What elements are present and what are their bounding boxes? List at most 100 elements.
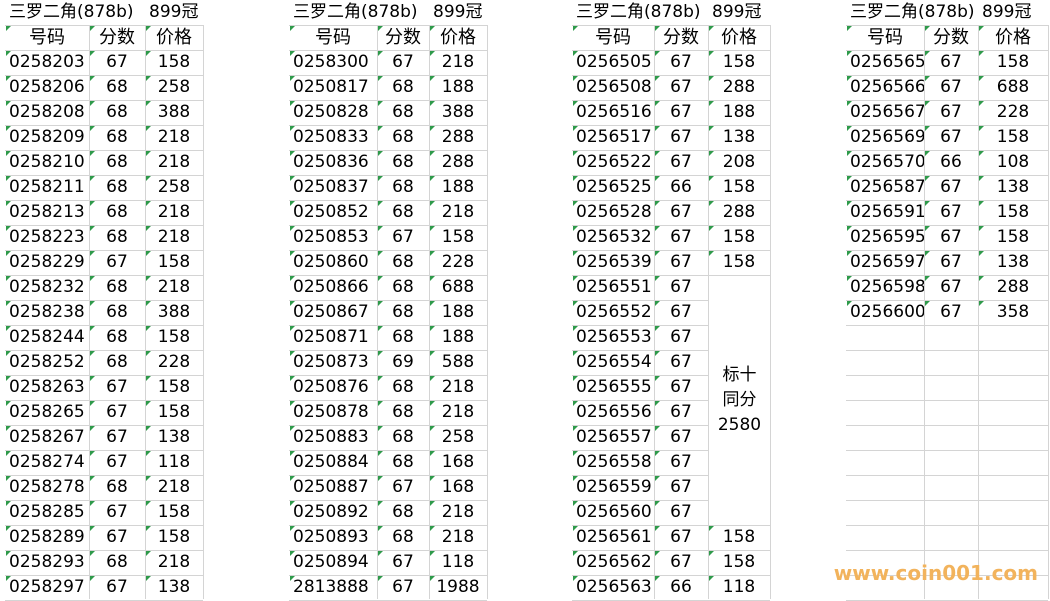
score-cell[interactable]: 68 (89, 125, 145, 150)
price-cell[interactable]: 118 (708, 575, 770, 600)
serial-cell[interactable]: 0256505 (572, 50, 654, 75)
serial-cell[interactable]: 0250833 (289, 125, 377, 150)
score-cell[interactable]: 66 (654, 575, 708, 600)
serial-cell[interactable]: 0256557 (572, 425, 654, 450)
score-cell[interactable]: 67 (924, 250, 978, 275)
score-cell[interactable]: 67 (924, 75, 978, 100)
serial-cell[interactable]: 0258229 (5, 250, 89, 275)
serial-cell[interactable]: 0258213 (5, 200, 89, 225)
serial-cell[interactable]: 0256522 (572, 150, 654, 175)
price-cell[interactable]: 208 (708, 150, 770, 175)
serial-cell[interactable]: 0256554 (572, 350, 654, 375)
score-cell[interactable]: 68 (89, 300, 145, 325)
price-cell[interactable]: 218 (145, 275, 203, 300)
score-cell[interactable]: 67 (654, 525, 708, 550)
serial-cell[interactable]: 0256561 (572, 525, 654, 550)
price-cell[interactable]: 138 (708, 125, 770, 150)
score-cell[interactable]: 68 (377, 300, 429, 325)
price-cell[interactable]: 118 (429, 550, 487, 575)
price-cell[interactable]: 158 (145, 525, 203, 550)
price-cell[interactable]: 118 (145, 450, 203, 475)
score-cell[interactable]: 67 (924, 275, 978, 300)
score-cell[interactable]: 68 (89, 150, 145, 175)
score-cell[interactable]: 68 (377, 250, 429, 275)
price-cell[interactable]: 158 (708, 175, 770, 200)
price-cell[interactable]: 158 (145, 400, 203, 425)
price-cell[interactable]: 188 (429, 75, 487, 100)
serial-cell[interactable]: 0250866 (289, 275, 377, 300)
serial-cell[interactable]: 0256559 (572, 475, 654, 500)
serial-cell[interactable]: 0256552 (572, 300, 654, 325)
score-cell[interactable]: 67 (377, 225, 429, 250)
score-cell[interactable]: 67 (924, 50, 978, 75)
price-cell[interactable]: 158 (978, 225, 1048, 250)
score-cell[interactable]: 68 (377, 275, 429, 300)
score-cell[interactable]: 68 (377, 125, 429, 150)
price-cell[interactable]: 158 (978, 50, 1048, 75)
price-cell[interactable]: 288 (429, 150, 487, 175)
score-cell[interactable]: 67 (89, 450, 145, 475)
serial-cell[interactable]: 0258274 (5, 450, 89, 475)
serial-cell[interactable]: 0258223 (5, 225, 89, 250)
serial-cell[interactable]: 0256567 (846, 100, 924, 125)
serial-cell[interactable]: 0258300 (289, 50, 377, 75)
serial-cell[interactable]: 0250883 (289, 425, 377, 450)
score-cell[interactable]: 68 (89, 175, 145, 200)
price-cell[interactable]: 218 (145, 550, 203, 575)
serial-cell[interactable]: 0250892 (289, 500, 377, 525)
price-cell[interactable]: 218 (429, 50, 487, 75)
score-cell[interactable]: 68 (377, 200, 429, 225)
score-cell[interactable]: 67 (89, 375, 145, 400)
price-cell[interactable]: 1988 (429, 575, 487, 600)
score-cell[interactable]: 68 (89, 275, 145, 300)
score-cell[interactable]: 67 (89, 425, 145, 450)
serial-cell[interactable]: 0250873 (289, 350, 377, 375)
serial-cell[interactable]: 0258285 (5, 500, 89, 525)
serial-cell[interactable]: 0250837 (289, 175, 377, 200)
serial-cell[interactable]: 0256565 (846, 50, 924, 75)
price-cell[interactable]: 158 (145, 50, 203, 75)
serial-cell[interactable]: 0256532 (572, 225, 654, 250)
serial-cell[interactable]: 0258278 (5, 475, 89, 500)
score-cell[interactable]: 67 (924, 100, 978, 125)
score-cell[interactable]: 67 (654, 550, 708, 575)
price-cell[interactable]: 388 (145, 100, 203, 125)
serial-cell[interactable]: 0256600 (846, 300, 924, 325)
serial-cell[interactable]: 0256591 (846, 200, 924, 225)
score-cell[interactable]: 67 (377, 50, 429, 75)
serial-cell[interactable]: 0258289 (5, 525, 89, 550)
score-cell[interactable]: 67 (654, 125, 708, 150)
score-cell[interactable]: 67 (377, 575, 429, 600)
score-cell[interactable]: 68 (377, 450, 429, 475)
serial-cell[interactable]: 0258210 (5, 150, 89, 175)
price-cell[interactable]: 218 (429, 525, 487, 550)
score-cell[interactable]: 67 (89, 575, 145, 600)
serial-cell[interactable]: 0256539 (572, 250, 654, 275)
serial-cell[interactable]: 0256587 (846, 175, 924, 200)
price-cell[interactable]: 218 (145, 225, 203, 250)
serial-cell[interactable]: 0258297 (5, 575, 89, 600)
price-cell[interactable]: 138 (145, 575, 203, 600)
price-cell[interactable]: 358 (978, 300, 1048, 325)
price-cell[interactable]: 218 (145, 475, 203, 500)
score-cell[interactable]: 67 (654, 250, 708, 275)
serial-cell[interactable]: 0250853 (289, 225, 377, 250)
price-cell[interactable]: 168 (429, 450, 487, 475)
serial-cell[interactable]: 0250867 (289, 300, 377, 325)
price-cell[interactable]: 158 (145, 325, 203, 350)
score-cell[interactable]: 68 (377, 150, 429, 175)
price-cell[interactable]: 288 (708, 75, 770, 100)
score-cell[interactable]: 67 (89, 250, 145, 275)
score-cell[interactable]: 68 (377, 425, 429, 450)
score-cell[interactable]: 68 (89, 550, 145, 575)
score-cell[interactable]: 67 (654, 400, 708, 425)
price-cell[interactable]: 688 (978, 75, 1048, 100)
score-cell[interactable]: 67 (377, 475, 429, 500)
price-cell[interactable]: 188 (429, 175, 487, 200)
score-cell[interactable]: 68 (89, 100, 145, 125)
serial-cell[interactable]: 0250828 (289, 100, 377, 125)
price-cell[interactable]: 138 (978, 250, 1048, 275)
score-cell[interactable]: 67 (654, 50, 708, 75)
serial-cell[interactable]: 0258252 (5, 350, 89, 375)
serial-cell[interactable]: 2813888 (289, 575, 377, 600)
